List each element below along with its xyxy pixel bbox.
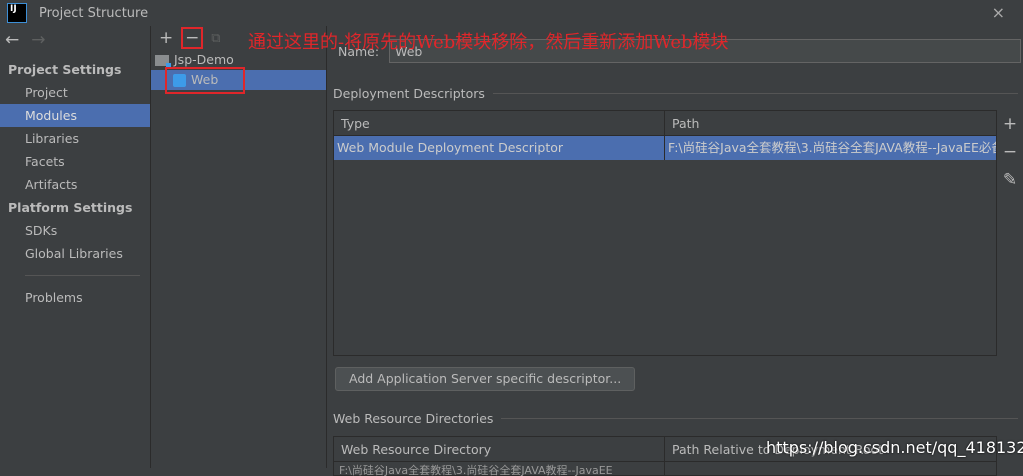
sidebar-item-project[interactable]: Project <box>0 81 150 104</box>
sidebar: ← → Project Settings Project Modules Libr… <box>0 26 151 468</box>
watermark: https://blog.csdn.net/qq_41813208 <box>766 438 1023 457</box>
sidebar-item-artifacts[interactable]: Artifacts <box>0 173 150 196</box>
remove-module-button[interactable]: − <box>181 27 204 49</box>
table-row[interactable]: Web Module Deployment Descriptor F:\尚硅谷Ja… <box>334 136 996 160</box>
column-header-path[interactable]: Path <box>665 111 996 135</box>
sidebar-item-global-libraries[interactable]: Global Libraries <box>0 242 150 265</box>
platform-settings-heading: Platform Settings <box>8 200 133 215</box>
sidebar-item-facets[interactable]: Facets <box>0 150 150 173</box>
add-module-button[interactable]: + <box>159 28 173 48</box>
remove-descriptor-icon[interactable]: − <box>1003 142 1017 162</box>
window-title: Project Structure <box>39 5 149 21</box>
project-settings-heading: Project Settings <box>8 62 122 77</box>
row-type: Web Module Deployment Descriptor <box>334 136 665 160</box>
close-icon[interactable]: × <box>992 3 1005 22</box>
add-server-descriptor-button[interactable]: Add Application Server specific descript… <box>335 367 636 391</box>
intellij-logo-icon: IJ <box>7 3 27 23</box>
annotation-text: 通过这里的-将原先的Web模块移除，然后重新添加Web模块 <box>248 32 729 53</box>
folder-icon <box>155 54 171 68</box>
row-path: F:\尚硅谷Java全套教程\3.尚硅谷全套JAVA教程--JavaEE必备 <box>668 140 996 155</box>
web-resource-directories-heading: Web Resource Directories <box>333 411 494 426</box>
deployment-descriptors-table: Type Path Web Module Deployment Descripto… <box>333 110 997 356</box>
tree-node-web[interactable]: Web <box>151 66 326 94</box>
edit-descriptor-icon[interactable]: ✎ <box>1003 170 1017 190</box>
back-arrow-icon[interactable]: ← <box>5 30 19 50</box>
column-header-type[interactable]: Type <box>334 111 665 135</box>
sidebar-item-problems[interactable]: Problems <box>0 286 150 309</box>
column-header-directory[interactable]: Web Resource Directory <box>334 437 665 461</box>
divider <box>25 275 140 276</box>
copy-icon[interactable]: ⧉ <box>211 31 220 46</box>
module-detail-panel: Name: Deployment Descriptors TypePath We… <box>328 26 1023 476</box>
sidebar-item-libraries[interactable]: Libraries <box>0 127 150 150</box>
sidebar-item-sdks[interactable]: SDKs <box>0 219 150 242</box>
resource-directory-cell[interactable]: F:\尚硅谷Java全套教程\3.尚硅谷全套JAVA教程--JavaEE <box>334 462 665 476</box>
add-descriptor-icon[interactable]: + <box>1003 114 1017 134</box>
module-tree-panel: + − ⧉ Jsp-Demo Web <box>151 26 327 468</box>
sidebar-item-modules[interactable]: Modules <box>0 104 150 127</box>
forward-arrow-icon[interactable]: → <box>31 30 45 50</box>
deployment-descriptors-heading: Deployment Descriptors <box>333 86 485 101</box>
title-bar: IJ Project Structure × <box>0 0 1023 26</box>
